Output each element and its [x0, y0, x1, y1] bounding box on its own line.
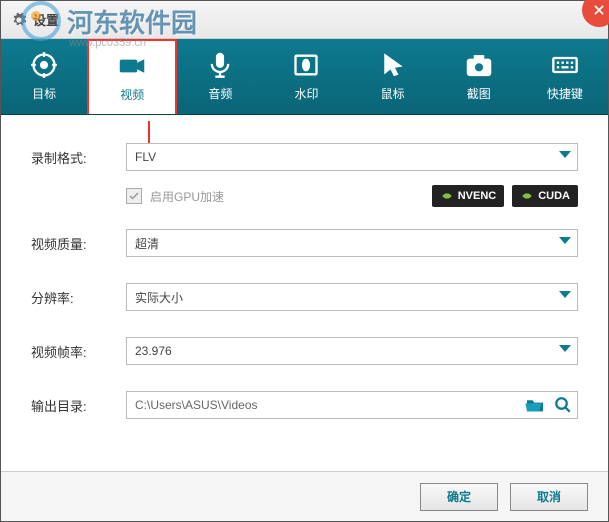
output-label: 输出目录:	[31, 396, 126, 415]
tab-video[interactable]: 视频	[87, 39, 177, 114]
tab-label: 快捷键	[547, 85, 583, 102]
close-button[interactable]	[582, 0, 609, 27]
gpu-label: 启用GPU加速	[150, 188, 424, 205]
open-folder-button[interactable]	[524, 394, 546, 416]
chevron-down-icon	[559, 151, 571, 158]
tab-bar: 目标 视频 音频 水印 鼠标 截图 快捷键	[1, 39, 608, 115]
nvidia-icon	[520, 189, 534, 203]
gear-icon	[11, 12, 27, 28]
resolution-select[interactable]: 实际大小	[126, 283, 578, 311]
fps-select[interactable]: 23.976	[126, 337, 578, 365]
quality-select[interactable]: 超清	[126, 229, 578, 257]
tab-label: 鼠标	[381, 85, 405, 102]
check-icon	[128, 190, 140, 202]
tab-audio[interactable]: 音频	[177, 39, 263, 114]
search-icon	[554, 396, 572, 414]
select-value: FLV	[135, 150, 156, 164]
watermark-icon	[292, 51, 320, 79]
tab-label: 截图	[467, 85, 491, 102]
tab-screenshot[interactable]: 截图	[436, 39, 522, 114]
keyboard-icon	[551, 51, 579, 79]
tab-hotkey[interactable]: 快捷键	[522, 39, 608, 114]
chevron-down-icon	[559, 345, 571, 352]
format-select[interactable]: FLV	[126, 143, 578, 171]
tab-label: 水印	[294, 85, 318, 102]
resolution-label: 分辨率:	[31, 288, 126, 307]
nvenc-badge: NVENC	[432, 185, 505, 207]
tab-watermark[interactable]: 水印	[263, 39, 349, 114]
cursor-icon	[379, 51, 407, 79]
quality-label: 视频质量:	[31, 234, 126, 253]
chevron-down-icon	[559, 291, 571, 298]
ok-button[interactable]: 确定	[420, 483, 498, 511]
video-icon	[118, 52, 146, 80]
tab-label: 视频	[120, 86, 144, 103]
format-label: 录制格式:	[31, 148, 126, 167]
tab-mouse[interactable]: 鼠标	[350, 39, 436, 114]
target-icon	[30, 51, 58, 79]
tab-label: 音频	[208, 85, 232, 102]
select-value: 23.976	[135, 344, 172, 358]
cancel-button[interactable]: 取消	[510, 483, 588, 511]
tab-label: 目标	[32, 85, 56, 102]
chevron-down-icon	[559, 237, 571, 244]
window-title: 设置	[33, 10, 59, 29]
browse-button[interactable]	[552, 394, 574, 416]
folder-icon	[525, 397, 545, 413]
mic-icon	[206, 51, 234, 79]
titlebar: 设置	[1, 1, 608, 39]
settings-panel: 录制格式: FLV 启用GPU加速 NVENC CUDA 视频质量: 超清	[1, 115, 608, 455]
fps-label: 视频帧率:	[31, 342, 126, 361]
camera-icon	[465, 51, 493, 79]
gpu-checkbox[interactable]	[126, 188, 142, 204]
tab-target[interactable]: 目标	[1, 39, 87, 114]
select-value: 实际大小	[135, 289, 183, 306]
select-value: 超清	[135, 235, 159, 252]
cuda-badge: CUDA	[512, 185, 578, 207]
close-icon	[592, 3, 606, 17]
dialog-footer: 确定 取消	[1, 471, 608, 521]
nvidia-icon	[440, 189, 454, 203]
output-path-input[interactable]	[126, 391, 578, 419]
